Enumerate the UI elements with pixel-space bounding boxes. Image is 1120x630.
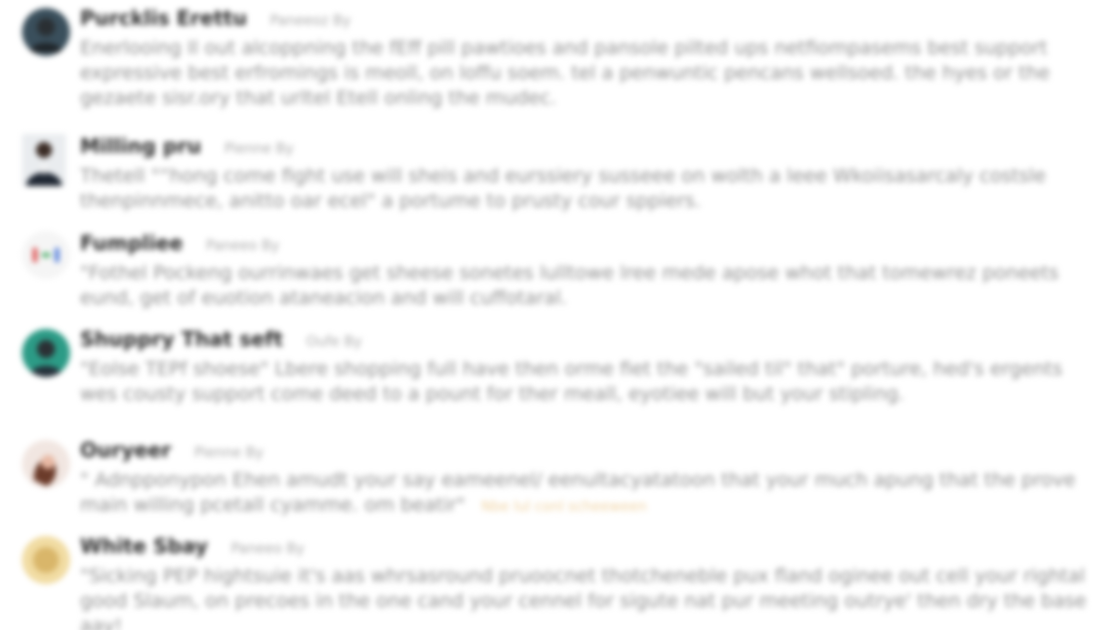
reviewer-name[interactable]: Shuppry That seft [80,327,283,351]
review-text: Thetell "“hong come fight use will sheis… [80,165,1046,212]
review-meta: Paneeo By [206,238,280,254]
review-meta: Pienne By [224,141,294,157]
review-meta: Pienne By [194,445,264,461]
avatar[interactable] [22,134,66,186]
avatar[interactable] [22,329,70,377]
review-meta: Oufe By [306,334,362,350]
review-header: White Sbay Paneeo By [80,534,304,558]
avatar[interactable] [22,231,70,279]
reviewer-name[interactable]: Fumpliee [80,231,183,255]
review-text: "Eolse TEPf shoese" Lbere shopping full … [80,358,1063,405]
avatar[interactable] [22,536,70,584]
review-header: Shuppry That seft Oufe By [80,327,362,351]
review-meta: Paneeo By [230,541,305,557]
brand-logo-icon [22,231,70,279]
badge-icon [22,536,70,584]
person-photo-icon [22,440,70,488]
review-header: Purcklis Erettu Paneeoz By [80,6,351,30]
person-photo-icon [22,134,66,186]
reviewer-name[interactable]: Milling pru [80,134,201,158]
reviewer-name[interactable]: Purcklis Erettu [80,6,247,30]
person-photo-icon [22,329,70,377]
review-text: Enerlooing Il out alcoppning the fEff pi… [80,37,1050,109]
reviewer-name[interactable]: Ouryeer [80,438,171,462]
review-header: Ouryeer Pienne By [80,438,264,462]
reviewer-name[interactable]: White Sbay [80,534,208,558]
review-meta: Paneeoz By [270,13,351,29]
review-text: "Fothel Pockeng ourrinwaes get sheese so… [80,262,1059,309]
review-feed: Purcklis Erettu Paneeoz By Enerlooing Il… [0,0,1120,630]
review-text: " Adnpponypon Ehen amudt your say eameen… [80,468,1090,520]
review-text: "Sicking PEP hightsuie it's aas whrsasro… [80,565,1087,630]
review-header: Fumpliee Paneeo By [80,231,279,255]
avatar[interactable] [22,440,70,488]
read-more-link[interactable]: Nbe lul conl scheeween [481,499,647,515]
avatar[interactable] [22,8,70,56]
person-photo-icon [22,8,70,56]
review-header: Milling pru Pienne By [80,134,294,158]
